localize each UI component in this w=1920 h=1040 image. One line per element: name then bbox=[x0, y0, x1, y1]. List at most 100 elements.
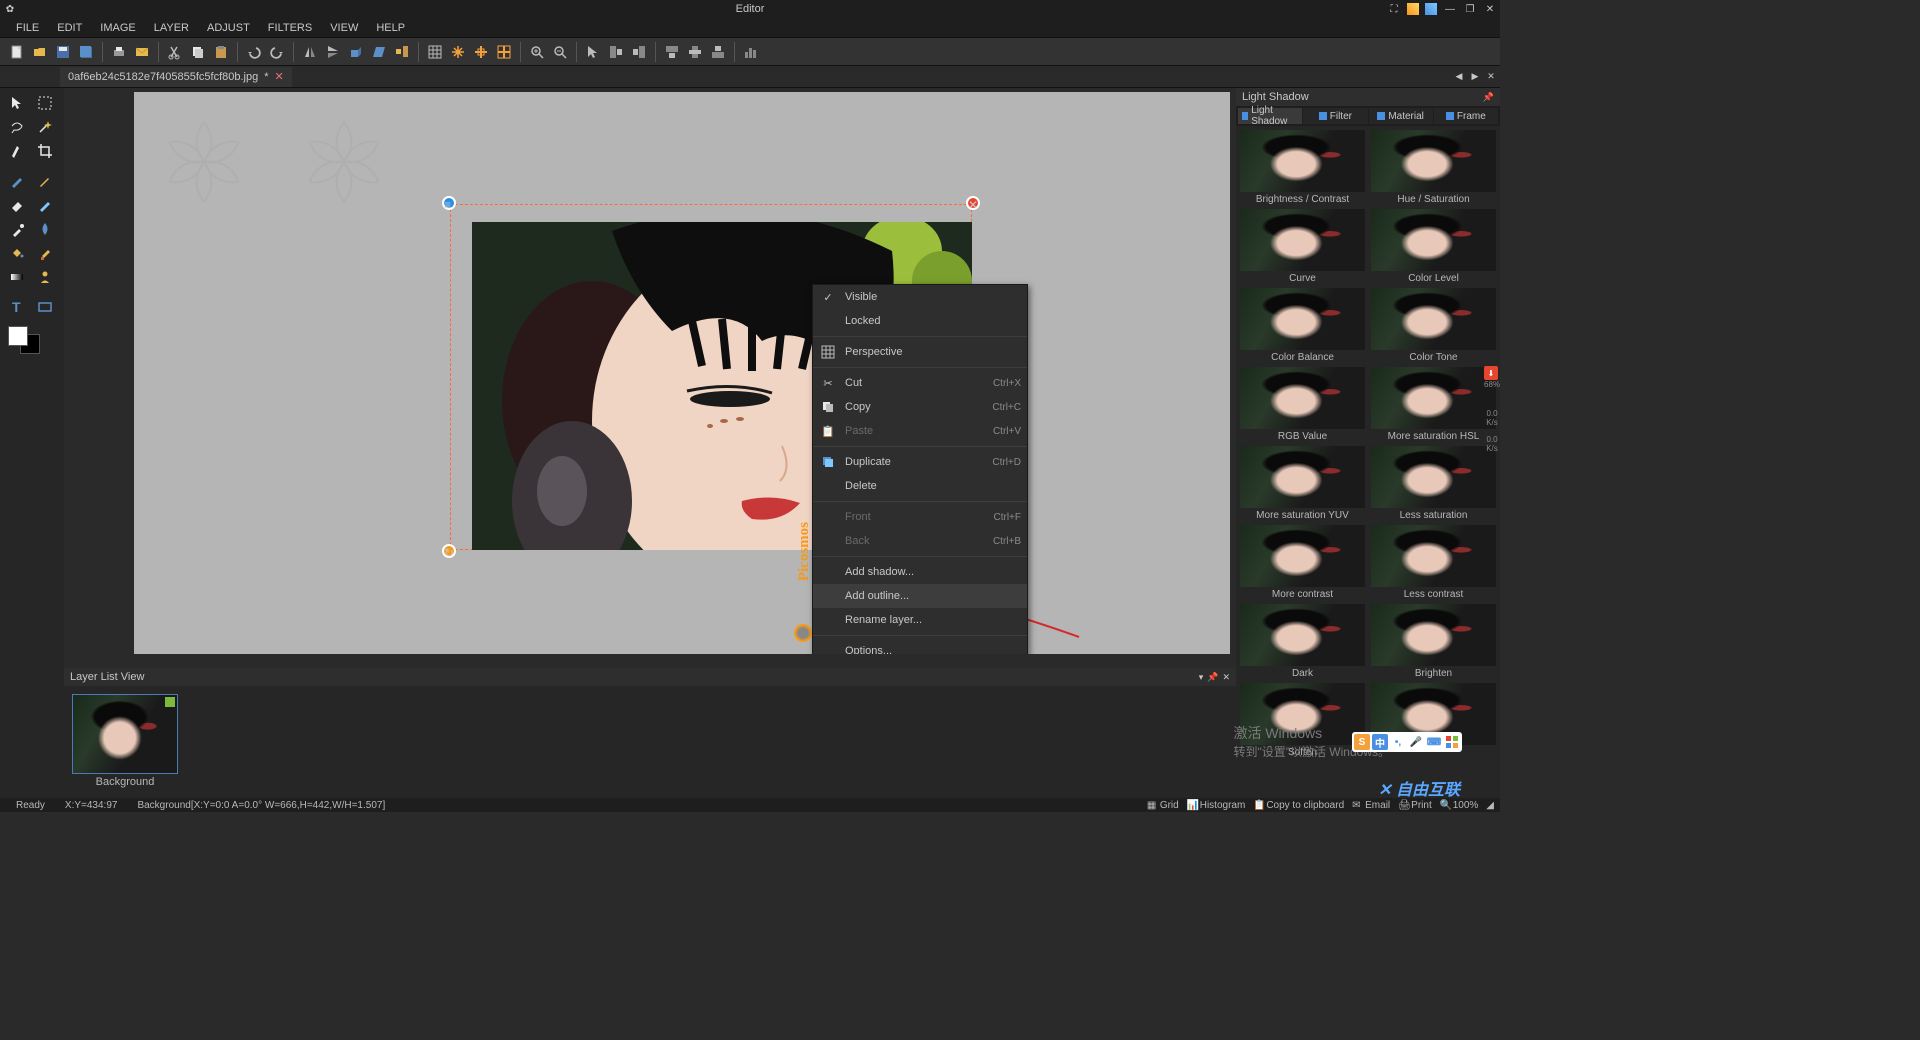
person-tool[interactable] bbox=[32, 266, 58, 288]
layer-thumbnail[interactable]: Background bbox=[72, 694, 178, 788]
expand-icon[interactable]: ⛶ bbox=[1387, 2, 1401, 16]
ime-lang-icon[interactable]: 中 bbox=[1372, 734, 1388, 750]
menu-help[interactable]: HELP bbox=[368, 18, 413, 37]
lasso-tool[interactable] bbox=[4, 116, 30, 138]
blur-tool[interactable] bbox=[32, 218, 58, 240]
grid-button[interactable] bbox=[424, 41, 446, 63]
menu-image[interactable]: IMAGE bbox=[92, 18, 143, 37]
layer-panel-close-icon[interactable]: ✕ bbox=[1222, 672, 1230, 683]
rp-tab-frame[interactable]: Frame bbox=[1434, 108, 1498, 124]
pointer-tool[interactable] bbox=[4, 92, 30, 114]
status-resize-grip-icon[interactable]: ◢ bbox=[1486, 800, 1494, 811]
canvas[interactable]: ≡ ✕ ↻ ✥ Picosmos ✓Visible Locked Perspec… bbox=[134, 92, 1230, 654]
document-tab[interactable]: 0af6eb24c5182e7f405855fc5fcf80b.jpg * ✕ bbox=[60, 67, 292, 87]
ctx-copy[interactable]: CopyCtrl+C bbox=[813, 395, 1027, 419]
effect-cell[interactable]: More contrast bbox=[1240, 525, 1365, 600]
status-print[interactable]: 🖨Print bbox=[1398, 800, 1432, 811]
effect-cell[interactable]: Less saturation bbox=[1371, 446, 1496, 521]
ctx-visible[interactable]: ✓Visible bbox=[813, 285, 1027, 309]
cut-button[interactable] bbox=[164, 41, 186, 63]
ctx-addshadow[interactable]: Add shadow... bbox=[813, 560, 1027, 584]
tab-next-button[interactable]: ▶ bbox=[1468, 70, 1482, 84]
undo-button[interactable] bbox=[243, 41, 265, 63]
rotate-button[interactable] bbox=[345, 41, 367, 63]
right-panel-pin-icon[interactable]: 📌 bbox=[1483, 92, 1494, 103]
rp-tab-material[interactable]: Material bbox=[1369, 108, 1433, 124]
grid-orange3-button[interactable] bbox=[493, 41, 515, 63]
crop-tool[interactable] bbox=[32, 140, 58, 162]
menu-file[interactable]: FILE bbox=[8, 18, 47, 37]
foreground-color[interactable] bbox=[8, 326, 28, 346]
ctx-perspective[interactable]: Perspective bbox=[813, 340, 1027, 364]
eraser-tool[interactable] bbox=[4, 194, 30, 216]
close-button[interactable]: ✕ bbox=[1483, 2, 1497, 16]
ime-punct-icon[interactable]: •, bbox=[1390, 734, 1406, 750]
layer-panel-menu-icon[interactable]: ▾ bbox=[1199, 672, 1204, 683]
zoomin-button[interactable] bbox=[526, 41, 548, 63]
grid-orange2-button[interactable] bbox=[470, 41, 492, 63]
effect-cell[interactable]: Hue / Saturation bbox=[1371, 130, 1496, 205]
layer-panel-pin-icon[interactable]: 📌 bbox=[1207, 672, 1218, 683]
ime-bar[interactable]: S 中 •, 🎤 ⌨ bbox=[1352, 732, 1462, 752]
effect-cell[interactable]: Dark bbox=[1240, 604, 1365, 679]
heal-tool[interactable] bbox=[32, 242, 58, 264]
open-button[interactable] bbox=[29, 41, 51, 63]
flip-v-button[interactable] bbox=[322, 41, 344, 63]
effect-cell[interactable]: Brighten bbox=[1371, 604, 1496, 679]
layer-handle-close-icon[interactable]: ✕ bbox=[966, 196, 980, 210]
effect-cell[interactable]: RGB Value bbox=[1240, 367, 1365, 442]
ime-keyboard-icon[interactable]: ⌨ bbox=[1426, 734, 1442, 750]
layer-handle-rotate-icon[interactable]: ↻ bbox=[442, 544, 456, 558]
ctx-options[interactable]: Options... bbox=[813, 639, 1027, 654]
clone-tool[interactable] bbox=[32, 194, 58, 216]
shape-tool[interactable] bbox=[32, 296, 58, 318]
tab-prev-button[interactable]: ◀ bbox=[1452, 70, 1466, 84]
effect-cell[interactable]: Color Level bbox=[1371, 209, 1496, 284]
rp-tab-lightshadow[interactable]: Light Shadow bbox=[1238, 108, 1302, 124]
status-zoom[interactable]: 🔍100% bbox=[1440, 800, 1479, 811]
effect-cell[interactable]: More saturation YUV bbox=[1240, 446, 1365, 521]
text-tool[interactable]: T bbox=[4, 296, 30, 318]
brush-tool[interactable] bbox=[4, 170, 30, 192]
save-button[interactable] bbox=[52, 41, 74, 63]
layer-visible-icon[interactable] bbox=[165, 697, 175, 707]
email-button[interactable] bbox=[131, 41, 153, 63]
copy-button[interactable] bbox=[187, 41, 209, 63]
flip-h-button[interactable] bbox=[299, 41, 321, 63]
eyedropper-tool[interactable] bbox=[4, 218, 30, 240]
redo-button[interactable] bbox=[266, 41, 288, 63]
menu-edit[interactable]: EDIT bbox=[49, 18, 90, 37]
status-grid[interactable]: ▦Grid bbox=[1147, 800, 1179, 811]
new-button[interactable] bbox=[6, 41, 28, 63]
effect-cell[interactable]: Brightness / Contrast bbox=[1240, 130, 1365, 205]
skew-button[interactable] bbox=[368, 41, 390, 63]
color-swatch[interactable] bbox=[8, 326, 40, 354]
canvas-area[interactable]: ≡ ✕ ↻ ✥ Picosmos ✓Visible Locked Perspec… bbox=[64, 88, 1236, 668]
resize-button[interactable] bbox=[391, 41, 413, 63]
effect-cell[interactable]: Color Balance bbox=[1240, 288, 1365, 363]
ctx-delete[interactable]: Delete bbox=[813, 474, 1027, 498]
effect-cell[interactable]: Curve bbox=[1240, 209, 1365, 284]
gradient-tool[interactable] bbox=[4, 266, 30, 288]
menu-layer[interactable]: LAYER bbox=[146, 18, 197, 37]
menu-filters[interactable]: FILTERS bbox=[260, 18, 320, 37]
pen-tool[interactable] bbox=[4, 140, 30, 162]
ime-mic-icon[interactable]: 🎤 bbox=[1408, 734, 1424, 750]
menu-view[interactable]: VIEW bbox=[322, 18, 366, 37]
marquee-tool[interactable] bbox=[32, 92, 58, 114]
paste-button[interactable] bbox=[210, 41, 232, 63]
ctx-addoutline[interactable]: Add outline... bbox=[813, 584, 1027, 608]
status-histogram[interactable]: 📊Histogram bbox=[1187, 800, 1246, 811]
maximize-button[interactable]: ❐ bbox=[1463, 2, 1477, 16]
rp-tab-filter[interactable]: Filter bbox=[1303, 108, 1367, 124]
tray-icon-2[interactable] bbox=[1425, 3, 1437, 15]
layer-handle-menu-icon[interactable]: ≡ bbox=[442, 196, 456, 210]
minimize-button[interactable]: — bbox=[1443, 2, 1457, 16]
status-email[interactable]: ✉Email bbox=[1352, 800, 1390, 811]
hist-button[interactable] bbox=[740, 41, 762, 63]
align-left-button[interactable] bbox=[605, 41, 627, 63]
align-right-button[interactable] bbox=[628, 41, 650, 63]
zoomout-button[interactable] bbox=[549, 41, 571, 63]
menu-adjust[interactable]: ADJUST bbox=[199, 18, 258, 37]
ctx-rename[interactable]: Rename layer... bbox=[813, 608, 1027, 632]
